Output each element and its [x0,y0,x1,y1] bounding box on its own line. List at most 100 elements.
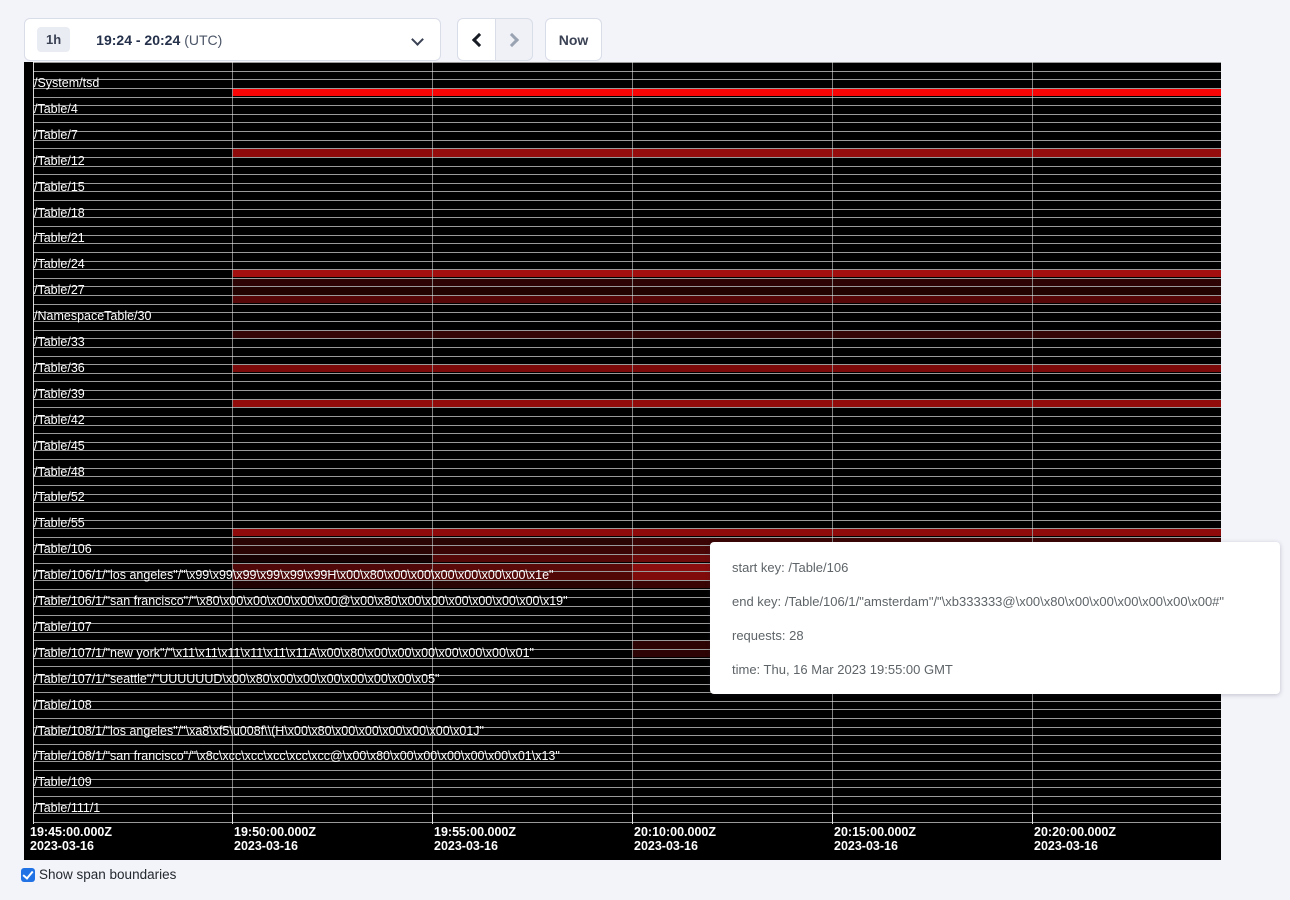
heatmap-band [1032,149,1221,156]
heatmap-band [232,331,432,338]
heatmap-label: /Table/106/1/"san francisco"/"\x80\x00\x… [34,595,568,608]
heatmap-hline [33,321,1221,322]
heatmap-hline [33,295,1221,296]
heatmap-hline [33,312,1221,313]
heatmap-hline [33,364,1221,365]
heatmap-band [832,400,1032,407]
heatmap-band [1032,287,1221,294]
heatmap-hline [33,209,1221,210]
heatmap-band [432,546,632,553]
heatmap-hline [33,191,1221,192]
heatmap-band [232,279,432,286]
heatmap-label: /NamespaceTable/30 [34,310,151,323]
heatmap-band [1032,279,1221,286]
heatmap-label: /Table/24 [34,258,85,271]
heatmap-hline [33,217,1221,218]
now-button[interactable]: Now [545,18,602,61]
heatmap-hline [33,442,1221,443]
next-range-button[interactable] [495,18,533,61]
heatmap-hline [33,373,1221,374]
heatmap-hline [33,330,1221,331]
heatmap-hline [33,787,1221,788]
heatmap-band [632,296,832,303]
heatmap-band [432,400,632,407]
span-tooltip: start key: /Table/106 end key: /Table/10… [710,542,1280,694]
heatmap-hline [33,235,1221,236]
heatmap-tick [632,812,633,824]
heatmap-hline [33,183,1221,184]
heatmap-label: /Table/106 [34,543,92,556]
heatmap-hline [33,381,1221,382]
heatmap-label: /Table/108 [34,699,92,712]
heatmap[interactable]: /System/tsd/Table/4/Table/7/Table/12/Tab… [24,62,1221,860]
heatmap-hline [33,476,1221,477]
heatmap-band [632,400,832,407]
duration-badge: 1h [37,27,70,52]
heatmap-label: /Table/107/1/"seattle"/"UUUUUUD\x00\x80\… [34,673,439,686]
heatmap-hline [33,718,1221,719]
heatmap-band [232,149,432,156]
tooltip-start-key: start key: /Table/106 [732,551,1280,585]
heatmap-label: /Table/27 [34,284,85,297]
heatmap-hline [33,459,1221,460]
heatmap-axis: 20:15:00.000Z2023-03-16 [834,825,916,853]
heatmap-hline [33,338,1221,339]
heatmap-band [832,279,1032,286]
heatmap-band [1032,296,1221,303]
heatmap-band [632,529,832,536]
heatmap-label: /Table/33 [34,336,85,349]
heatmap-hline [33,520,1221,521]
heatmap-label: /Table/111/1 [34,802,100,815]
heatmap-band [632,270,832,277]
heatmap-hline [33,140,1221,141]
heatmap-hline [33,813,1221,814]
heatmap-band [832,296,1032,303]
heatmap-hline [33,390,1221,391]
heatmap-hline [33,97,1221,98]
heatmap-band [432,555,632,562]
heatmap-band [832,331,1032,338]
heatmap-band [832,287,1032,294]
heatmap-band [232,546,432,553]
heatmap-label: /Table/21 [34,232,85,245]
heatmap-band [1032,270,1221,277]
heatmap-tick [432,812,433,824]
show-span-boundaries-checkbox[interactable] [21,868,35,882]
heatmap-hline [33,88,1221,89]
heatmap-hline [33,243,1221,244]
heatmap-hline [33,278,1221,279]
heatmap-band [432,89,632,96]
chevron-left-icon [471,32,485,46]
heatmap-hline [33,468,1221,469]
heatmap-band [1032,529,1221,536]
heatmap-label: /Table/15 [34,181,85,194]
heatmap-hline [33,148,1221,149]
heatmap-hline [33,433,1221,434]
heatmap-band [232,296,432,303]
heatmap-hline [33,261,1221,262]
heatmap-band [432,270,632,277]
heatmap-label: /Table/39 [34,388,85,401]
heatmap-hline [33,79,1221,80]
heatmap-band [1032,365,1221,372]
heatmap-band [632,331,832,338]
heatmap-hline [33,485,1221,486]
heatmap-band [632,149,832,156]
heatmap-band [632,279,832,286]
heatmap-hline [33,157,1221,158]
heatmap-label: /Table/108/1/"los angeles"/"\xa8\xf5\u00… [34,725,484,738]
heatmap-hline [33,822,1221,823]
heatmap-hline [33,450,1221,451]
heatmap-hline [33,200,1221,201]
previous-range-button[interactable] [457,18,495,61]
time-range-selector[interactable]: 1h 19:24 - 20:24(UTC) [24,18,441,61]
heatmap-hline [33,770,1221,771]
tooltip-time: time: Thu, 16 Mar 2023 19:55:00 GMT [732,653,1280,687]
heatmap-band [832,270,1032,277]
heatmap-band [832,529,1032,536]
heatmap-label: /Table/55 [34,517,85,530]
heatmap-axis: 19:55:00.000Z2023-03-16 [434,825,516,853]
heatmap-label: /Table/18 [34,207,85,220]
tooltip-end-key: end key: /Table/106/1/"amsterdam"/"\xb33… [732,585,1280,619]
heatmap-hline [33,122,1221,123]
